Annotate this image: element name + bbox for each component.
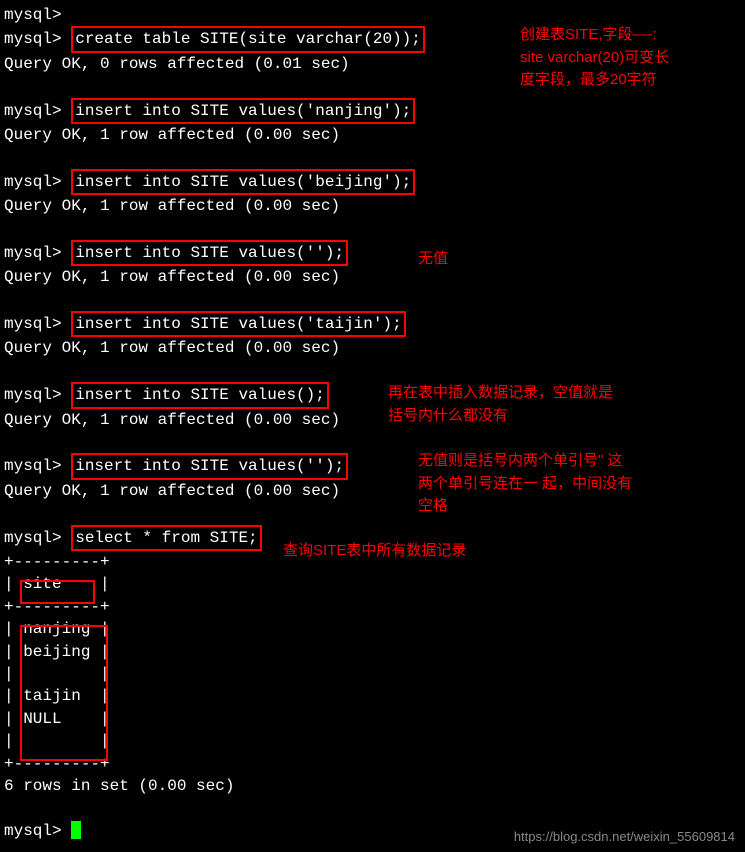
sql-create-table: create table SITE(site varchar(20)); xyxy=(71,26,425,52)
sql-insert-empty2: insert into SITE values(''); xyxy=(71,453,348,479)
response-line: Query OK, 1 row affected (0.00 sec) xyxy=(4,409,741,431)
table-border: +---------+ xyxy=(4,596,741,618)
response-line: Query OK, 1 row affected (0.00 sec) xyxy=(4,337,741,359)
annotation-select: 查询SITE表中所有数据记录 xyxy=(283,540,466,563)
command-line-insert3: mysql> insert into SITE values(''); xyxy=(4,240,741,266)
table-header: | site | xyxy=(4,573,741,595)
sql-insert-beijing: insert into SITE values('beijing'); xyxy=(71,169,415,195)
table-row: | | xyxy=(4,663,741,685)
highlight-box-rows xyxy=(20,625,108,761)
table-row: | | xyxy=(4,730,741,752)
annotation-null: 再在表中插入数据记录，空值就是 括号内什么都没有 xyxy=(388,382,613,427)
table-row: | NULL | xyxy=(4,708,741,730)
annotation-novalue: 无值 xyxy=(418,248,448,271)
sql-insert-null: insert into SITE values(); xyxy=(71,382,329,408)
highlight-box-header xyxy=(20,580,95,604)
sql-select-all: select * from SITE; xyxy=(71,525,261,551)
response-line: Query OK, 1 row affected (0.00 sec) xyxy=(4,266,741,288)
command-line-insert5: mysql> insert into SITE values(); xyxy=(4,382,741,408)
table-row: | nanjing | xyxy=(4,618,741,640)
command-line-insert2: mysql> insert into SITE values('beijing'… xyxy=(4,169,741,195)
sql-insert-empty: insert into SITE values(''); xyxy=(71,240,348,266)
command-line-insert4: mysql> insert into SITE values('taijin')… xyxy=(4,311,741,337)
annotation-create: 创建表SITE,字段—-: site varchar(20)可变长 度字段，最多… xyxy=(520,24,669,92)
table-footer: 6 rows in set (0.00 sec) xyxy=(4,775,741,797)
response-line: Query OK, 1 row affected (0.00 sec) xyxy=(4,195,741,217)
watermark: https://blog.csdn.net/weixin_55609814 xyxy=(514,828,735,846)
sql-insert-taijin: insert into SITE values('taijin'); xyxy=(71,311,405,337)
cursor-icon xyxy=(71,821,81,839)
annotation-quotes: 无值则是括号内两个单引号" 这 两个单引号连在一 起，中间没有 空格 xyxy=(418,450,632,518)
command-line-insert1: mysql> insert into SITE values('nanjing'… xyxy=(4,98,741,124)
table-row: | taijin | xyxy=(4,685,741,707)
table-border: +---------+ xyxy=(4,753,741,775)
response-line: Query OK, 1 row affected (0.00 sec) xyxy=(4,124,741,146)
table-row: | beijing | xyxy=(4,641,741,663)
sql-insert-nanjing: insert into SITE values('nanjing'); xyxy=(71,98,415,124)
